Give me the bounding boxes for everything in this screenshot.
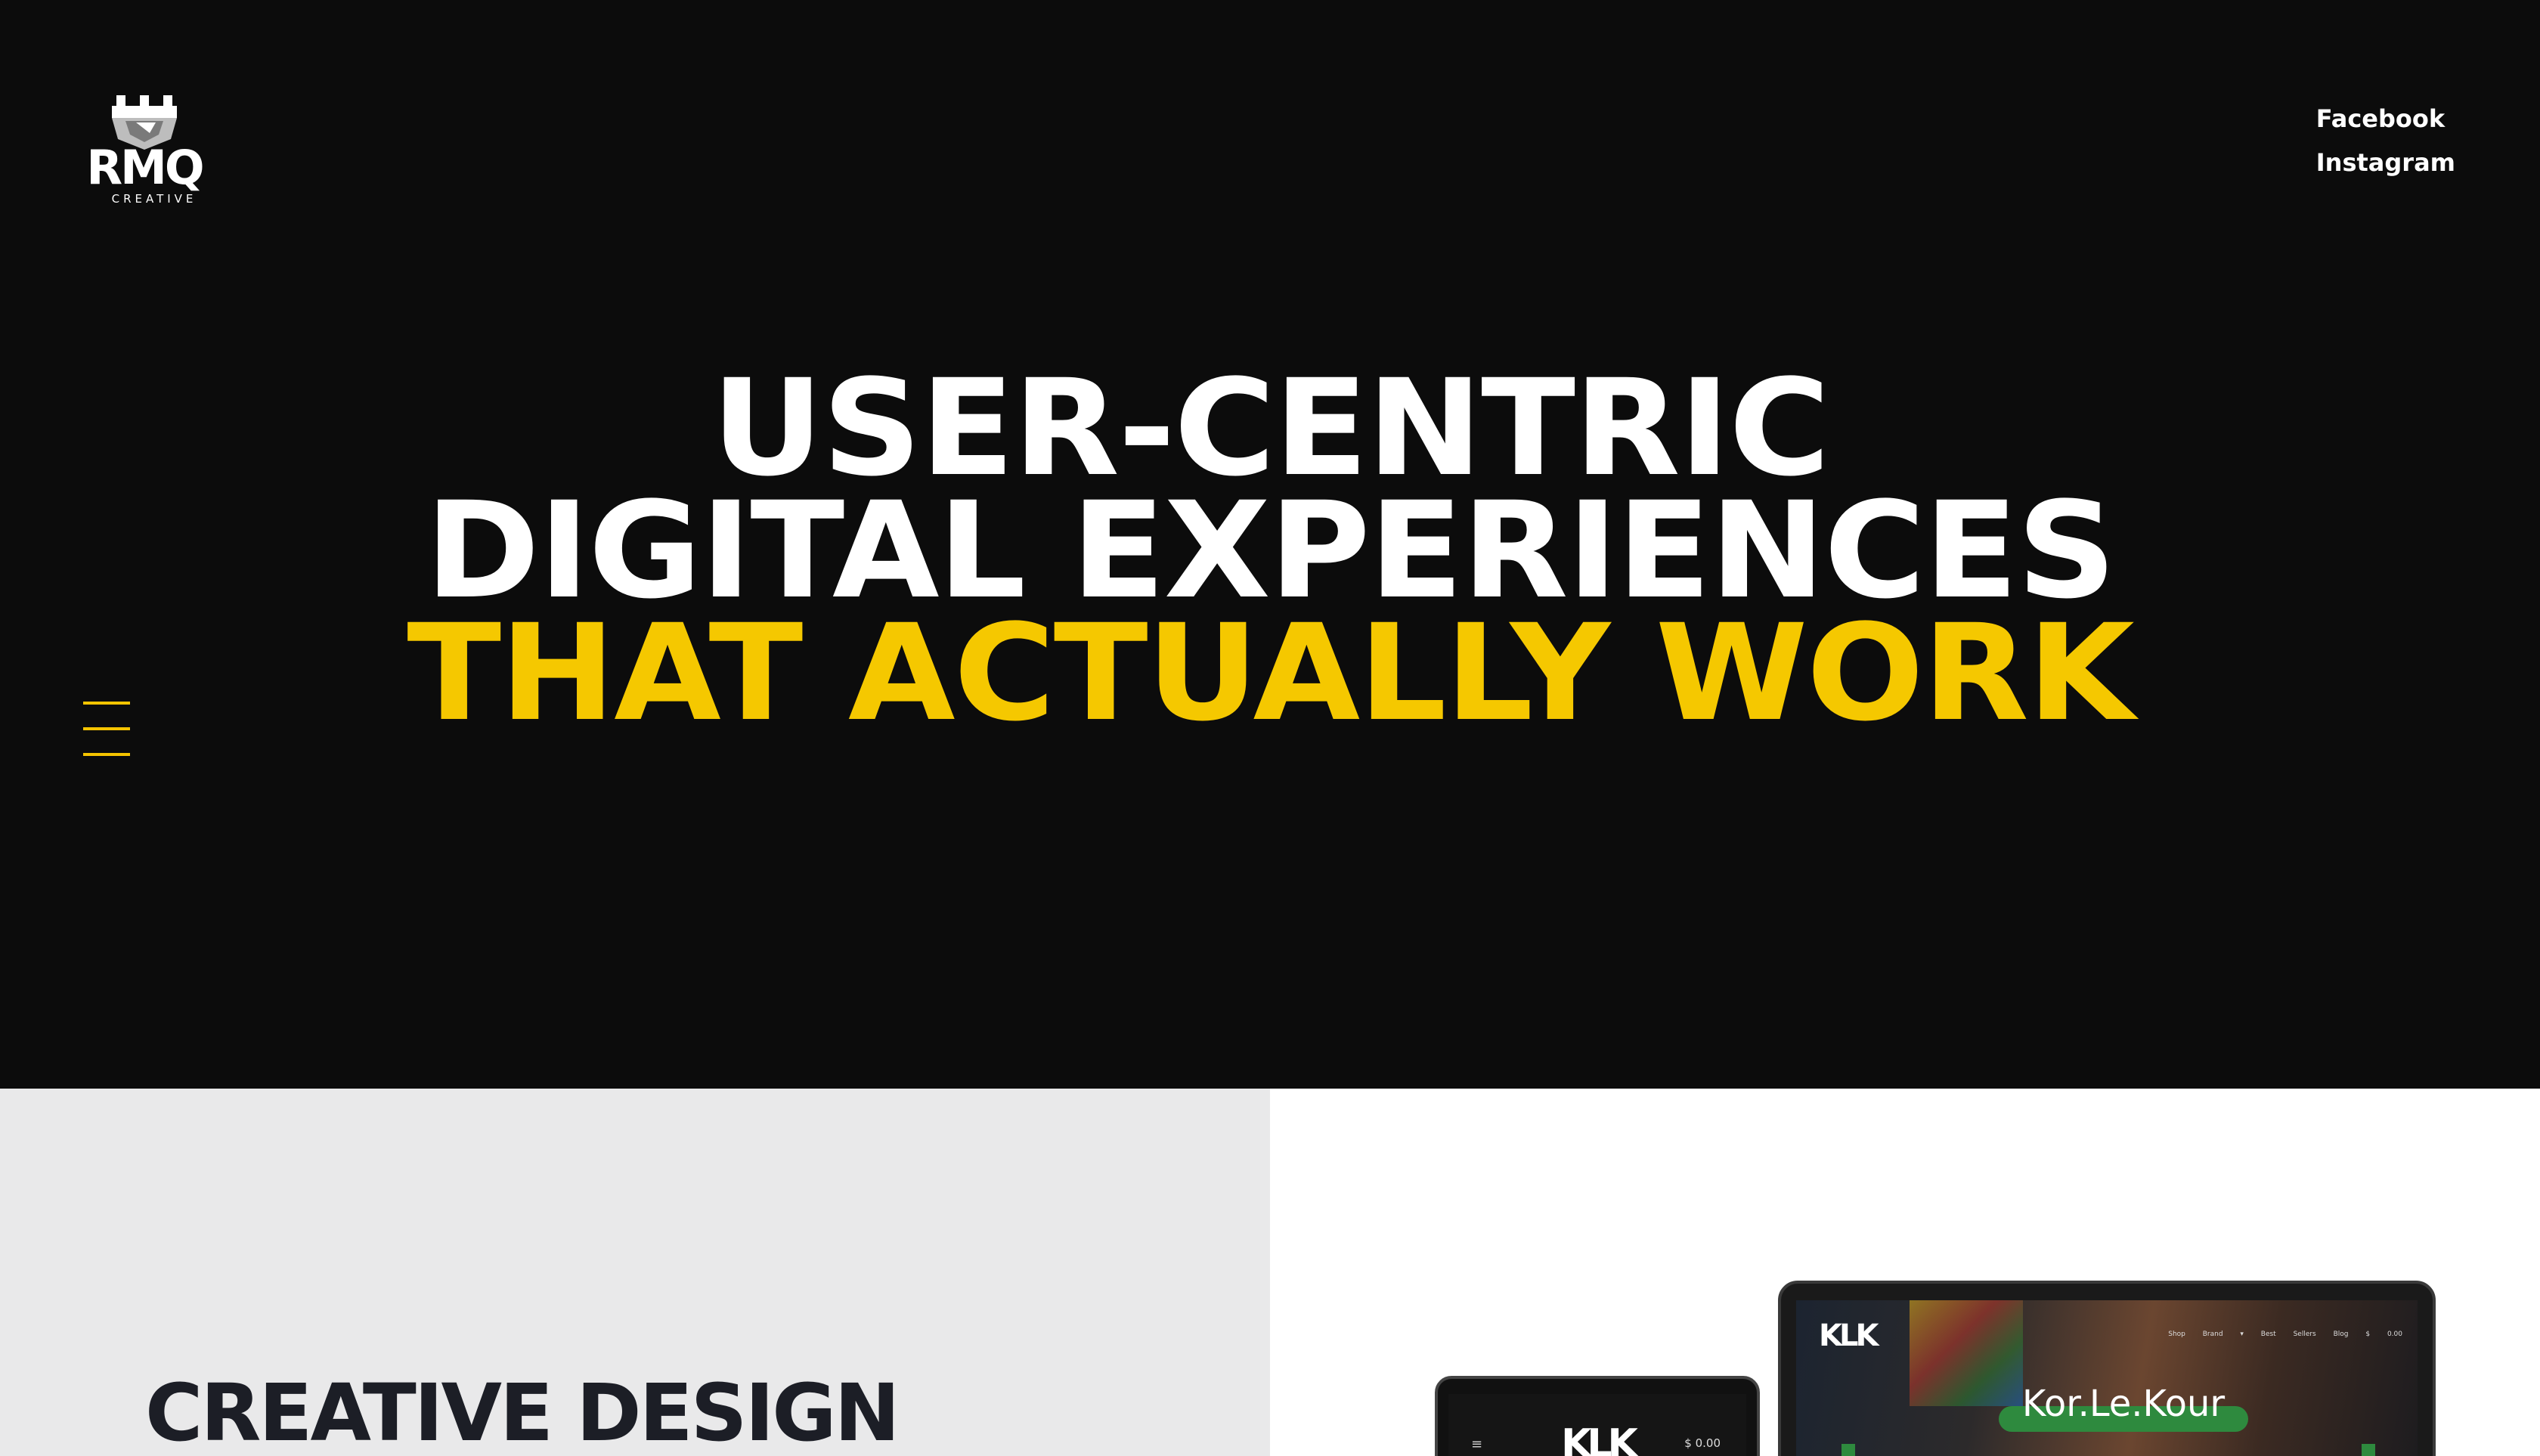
project-banner-text: Kor.Le.Kour: [2021, 1383, 2226, 1425]
headline-line-1: USER-CENTRIC: [711, 351, 1830, 506]
menu-bar: [83, 753, 130, 756]
project-logo: KLK: [1819, 1318, 1879, 1353]
cart-icon: $ 0.00: [1684, 1436, 1721, 1450]
laptop-mockup[interactable]: KLK Shop Brand ▾ Best Sellers Blog $ 0.0…: [1778, 1281, 2436, 1456]
laptop-screen: KLK Shop Brand ▾ Best Sellers Blog $ 0.0…: [1796, 1300, 2418, 1456]
slider-next-icon: [2362, 1444, 2375, 1456]
slider-prev-icon: [1842, 1444, 1855, 1456]
brand-logo[interactable]: RMQ CREATIVE: [83, 95, 206, 207]
project-showcase: KLK Shop Brand ▾ Best Sellers Blog $ 0.0…: [1270, 1089, 2540, 1456]
facebook-link[interactable]: Facebook: [2316, 97, 2455, 141]
tablet-screen: ≡ KLK $ 0.00: [1448, 1394, 1746, 1456]
hero-headline: USER-CENTRIC DIGITAL EXPERIENCES THAT AC…: [0, 351, 2540, 751]
brand-tagline: CREATIVE: [111, 192, 197, 206]
hero-section: RMQ CREATIVE Facebook Instagram USER-CEN…: [0, 0, 2540, 1089]
headline-line-3-accent: THAT ACTUALLY WORK: [407, 596, 2135, 751]
brand-name: RMQ: [86, 140, 204, 195]
section-title: CREATIVE DESIGN: [145, 1367, 900, 1456]
tablet-mockup[interactable]: ≡ KLK $ 0.00: [1435, 1376, 1760, 1456]
social-links: Facebook Instagram: [2316, 97, 2455, 184]
headline-line-2: DIGITAL EXPERIENCES: [425, 473, 2116, 628]
project-nav: Shop Brand ▾ Best Sellers Blog $ 0.00: [2168, 1331, 2402, 1338]
instagram-link[interactable]: Instagram: [2316, 141, 2455, 184]
